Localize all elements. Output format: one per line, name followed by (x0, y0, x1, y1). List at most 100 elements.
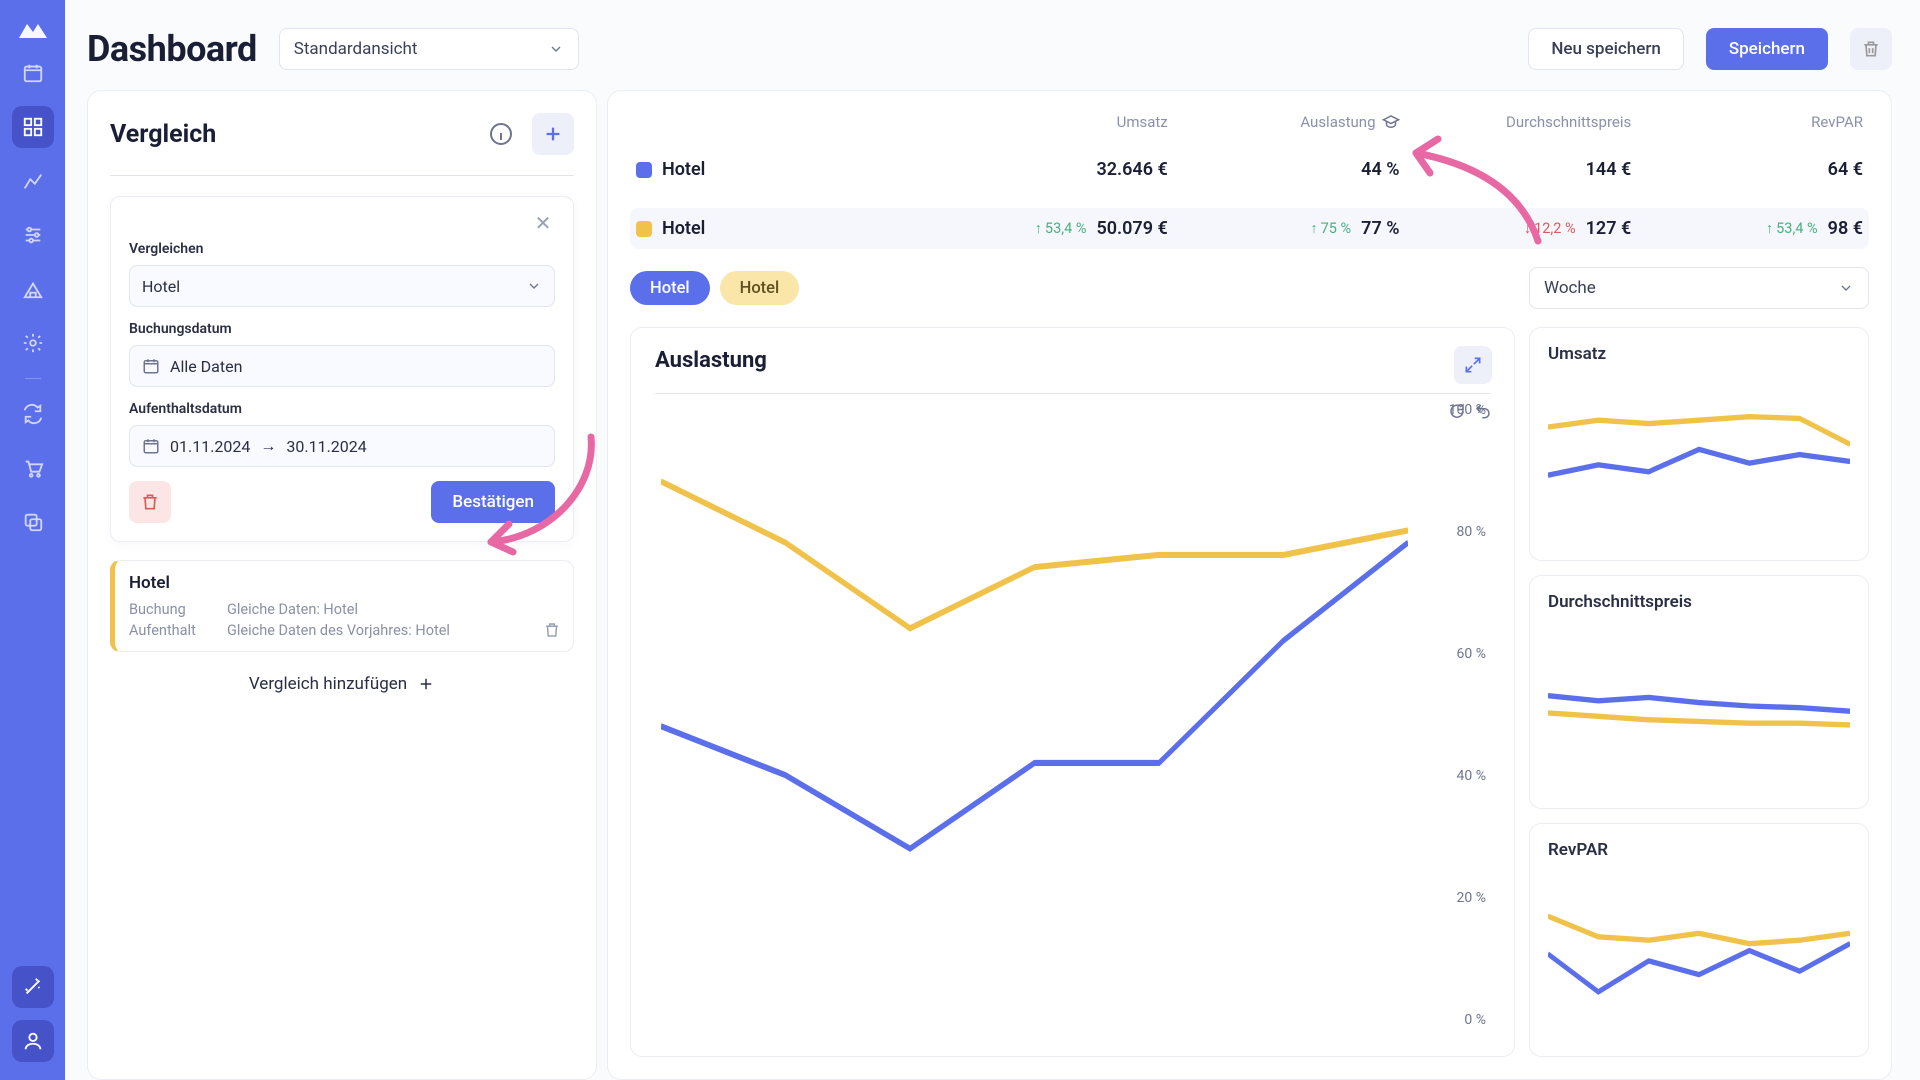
nav-analytics[interactable] (12, 160, 54, 202)
row2-name: Hotel (662, 218, 705, 239)
nav-magic[interactable] (12, 966, 54, 1008)
plus-icon (542, 123, 564, 145)
delete-dashboard-button[interactable] (1850, 28, 1892, 70)
trash-icon (543, 621, 561, 639)
delete-saved-button[interactable] (543, 621, 561, 639)
pill-hotel-yellow[interactable]: Hotel (720, 271, 800, 305)
row2-preis-delta: ↓12,2 % (1524, 220, 1576, 237)
delete-compare-button[interactable] (129, 481, 171, 523)
metrics-row-2: Hotel ↑53,4 % 50.079 € ↑75 % 77 % ↓12,2 % 1… (630, 208, 1869, 249)
saved-booking-key: Buchung (129, 601, 209, 618)
view-select-label: Standardansicht (294, 39, 418, 59)
nav-sync[interactable] (12, 393, 54, 435)
metrics-row-1: Hotel 32.646 € 44 % 144 € 64 € (630, 149, 1869, 190)
col-revpar: RevPAR (1811, 113, 1863, 131)
save-new-button[interactable]: Neu speichern (1528, 28, 1684, 70)
compare-select[interactable]: Hotel (129, 265, 555, 307)
stay-to: 30.11.2024 (286, 437, 366, 456)
add-compare-row[interactable]: Vergleich hinzufügen (110, 670, 574, 698)
pill-row: Hotel Hotel Woche (630, 267, 1869, 309)
trash-icon (140, 492, 160, 512)
row1-umsatz: 32.646 € (1096, 159, 1167, 180)
view-select[interactable]: Standardansicht (279, 28, 579, 70)
row2-auslastung: 77 % (1361, 218, 1399, 239)
row2-auslastung-delta: ↑75 % (1310, 220, 1351, 237)
calendar-icon (142, 357, 160, 375)
mini-chart-revpar[interactable]: RevPAR (1529, 823, 1869, 1057)
nav-building[interactable] (12, 268, 54, 310)
row2-preis: 127 € (1586, 218, 1632, 239)
chevron-down-icon (1838, 280, 1854, 296)
nav-divider (25, 378, 41, 379)
nav-calendar[interactable] (12, 52, 54, 94)
expand-chart-button[interactable] (1454, 346, 1492, 384)
data-panel: Umsatz Auslastung Durchschnittspreis Rev… (607, 90, 1892, 1080)
compare-value: Hotel (142, 277, 180, 296)
divider (110, 175, 574, 176)
calendar-icon (142, 437, 160, 455)
saved-booking-val: Gleiche Daten: Hotel (227, 601, 358, 618)
row1-revpar: 64 € (1828, 159, 1863, 180)
swatch-blue (636, 162, 652, 178)
page-title: Dashboard (87, 28, 257, 70)
stay-date-field[interactable]: 01.11.2024 → 30.11.2024 (129, 425, 555, 467)
booking-date-field[interactable]: Alle Daten (129, 345, 555, 387)
saved-compare-card: Hotel Buchung Gleiche Daten: Hotel Aufent… (110, 560, 574, 652)
saved-stay-key: Aufenthalt (129, 622, 209, 639)
nav-dashboard[interactable] (12, 106, 54, 148)
chart-plot (661, 408, 1408, 1020)
col-auslastung: Auslastung (1300, 113, 1375, 131)
booking-value: Alle Daten (170, 357, 242, 376)
y-axis: 100 %80 %60 %40 %20 %0 % (1449, 394, 1486, 1036)
metrics-header: Umsatz Auslastung Durchschnittspreis Rev… (630, 113, 1869, 131)
compare-edit-card: ✕ Vergleichen Hotel Buchungsdatum Alle D… (110, 196, 574, 542)
compare-label: Vergleichen (129, 241, 555, 257)
info-icon (489, 122, 513, 146)
logo (17, 18, 49, 40)
saved-name: Hotel (129, 573, 559, 593)
close-button[interactable]: ✕ (531, 211, 555, 235)
nav-settings[interactable] (12, 322, 54, 364)
nav-user[interactable] (12, 1020, 54, 1062)
add-compare-label: Vergleich hinzufügen (249, 674, 407, 694)
mini-chart-umsatz[interactable]: Umsatz (1529, 327, 1869, 561)
row1-name: Hotel (662, 159, 705, 180)
nav-sliders[interactable] (12, 214, 54, 256)
col-preis: Durchschnittspreis (1506, 113, 1631, 131)
swatch-yellow (636, 221, 652, 237)
compare-panel: Vergleich ✕ Vergleichen Hotel Buchungsda… (87, 90, 597, 1080)
compare-heading: Vergleich (110, 120, 470, 149)
range-select[interactable]: Woche (1529, 267, 1869, 309)
saved-stay-val: Gleiche Daten des Vorjahres: Hotel (227, 622, 450, 639)
save-button[interactable]: Speichern (1706, 28, 1828, 70)
booking-label: Buchungsdatum (129, 321, 555, 337)
topbar: Dashboard Standardansicht Neu speichern … (87, 28, 1892, 70)
pill-hotel-blue[interactable]: Hotel (630, 271, 710, 305)
nav-cart[interactable] (12, 447, 54, 489)
row1-auslastung: 44 % (1361, 159, 1399, 180)
range-label: Woche (1544, 278, 1596, 298)
chevron-down-icon (526, 278, 542, 294)
stay-from: 01.11.2024 (170, 437, 250, 456)
mini-chart-preis[interactable]: Durchschnittspreis (1529, 575, 1869, 809)
row2-revpar-delta: ↑53,4 % (1766, 220, 1818, 237)
row2-umsatz: 50.079 € (1096, 218, 1167, 239)
stay-label: Aufenthaltsdatum (129, 401, 555, 417)
plus-icon (417, 675, 435, 693)
col-umsatz: Umsatz (1117, 113, 1168, 131)
info-button[interactable] (480, 113, 522, 155)
confirm-button[interactable]: Bestätigen (431, 481, 555, 523)
row2-umsatz-delta: ↑53,4 % (1035, 220, 1087, 237)
date-separator: → (260, 436, 276, 456)
chart-title: Auslastung (655, 348, 1490, 373)
chevron-down-icon (548, 41, 564, 57)
cap-icon (1382, 113, 1400, 131)
expand-icon (1463, 355, 1483, 375)
row1-preis: 144 € (1586, 159, 1632, 180)
trash-icon (1861, 39, 1881, 59)
add-compare-button[interactable] (532, 113, 574, 155)
row2-revpar: 98 € (1828, 218, 1863, 239)
main-chart: Auslastung 100 %80 %60 %40 %20 %0 % (630, 327, 1515, 1057)
sidebar-nav (0, 0, 65, 1080)
nav-copy[interactable] (12, 501, 54, 543)
